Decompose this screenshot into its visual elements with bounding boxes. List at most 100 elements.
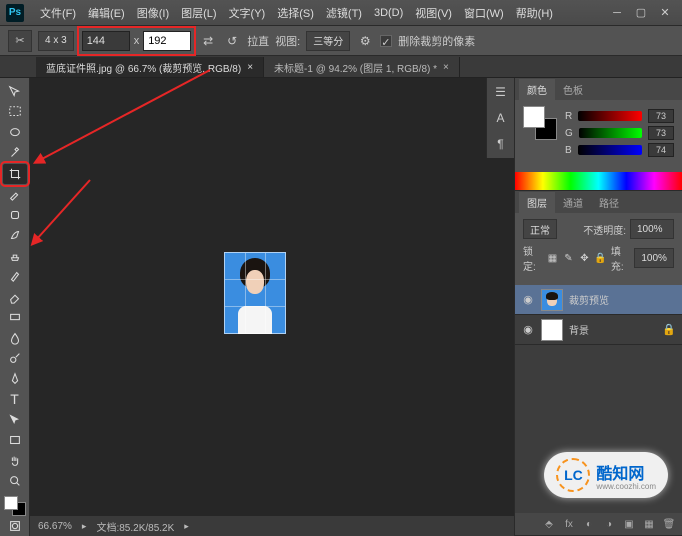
menu-layer[interactable]: 图层(L) <box>175 5 222 21</box>
magic-wand-tool[interactable] <box>3 144 27 164</box>
layer-mask-icon[interactable]: ◐ <box>582 517 596 531</box>
new-group-icon[interactable]: ▣ <box>622 517 636 531</box>
layer-thumbnail[interactable] <box>541 319 563 341</box>
tab-layers[interactable]: 图层 <box>519 192 555 213</box>
opacity-label: 不透明度: <box>583 222 626 237</box>
menu-3d[interactable]: 3D(D) <box>368 7 409 19</box>
dodge-tool[interactable] <box>3 349 27 369</box>
path-selection-tool[interactable] <box>3 410 27 430</box>
gradient-tool[interactable] <box>3 308 27 328</box>
history-panel-icon[interactable]: ☰ <box>491 82 511 102</box>
minimize-button[interactable]: ─ <box>606 5 628 21</box>
opacity-input[interactable]: 100% <box>630 219 674 239</box>
crop-view-dropdown[interactable]: 三等分 <box>306 31 350 51</box>
tab-channels[interactable]: 通道 <box>555 192 591 213</box>
shape-tool[interactable] <box>3 431 27 451</box>
paragraph-panel-icon[interactable]: ¶ <box>491 134 511 154</box>
tab-swatches[interactable]: 色板 <box>555 79 591 100</box>
tab-color[interactable]: 颜色 <box>519 79 555 100</box>
fill-input[interactable]: 100% <box>634 248 674 268</box>
menu-filter[interactable]: 滤镜(T) <box>320 5 368 21</box>
delete-cropped-checkbox[interactable]: ✓ <box>380 35 392 47</box>
blur-tool[interactable] <box>3 328 27 348</box>
lock-pixels-icon[interactable]: ✎ <box>562 251 574 265</box>
layer-row[interactable]: ◉ 背景 🔒 <box>515 315 682 345</box>
menu-edit[interactable]: 编辑(E) <box>82 5 131 21</box>
green-value[interactable]: 73 <box>648 126 674 140</box>
pen-tool[interactable] <box>3 369 27 389</box>
layer-thumbnail[interactable] <box>541 289 563 311</box>
move-tool[interactable] <box>3 82 27 102</box>
menu-select[interactable]: 选择(S) <box>271 5 320 21</box>
quick-mask-tool[interactable] <box>3 517 27 536</box>
eraser-tool[interactable] <box>3 287 27 307</box>
new-layer-icon[interactable]: ▦ <box>642 517 656 531</box>
straighten-label[interactable]: 拉直 <box>247 33 269 49</box>
dimension-x-label: x <box>134 35 140 47</box>
red-value[interactable]: 73 <box>648 109 674 123</box>
status-arrow-icon[interactable]: ▸ <box>82 521 87 532</box>
clear-icon[interactable]: ↺ <box>223 32 241 50</box>
lock-icon: 🔒 <box>662 323 676 336</box>
menu-help[interactable]: 帮助(H) <box>510 5 559 21</box>
tab-document-2[interactable]: 未标题-1 @ 94.2% (图层 1, RGB/8) *× <box>264 57 460 77</box>
type-tool[interactable]: T <box>3 390 27 410</box>
crop-preview[interactable] <box>224 252 286 334</box>
close-button[interactable]: ✕ <box>654 5 676 21</box>
blue-value[interactable]: 74 <box>648 143 674 157</box>
lock-all-icon[interactable]: 🔒 <box>594 251 606 265</box>
menu-file[interactable]: 文件(F) <box>34 5 82 21</box>
tool-preset-picker[interactable]: ✂ <box>8 30 32 52</box>
aspect-ratio-dropdown[interactable]: 4 x 3 <box>38 31 74 51</box>
menu-type[interactable]: 文字(Y) <box>223 5 272 21</box>
lock-position-icon[interactable]: ✥ <box>578 251 590 265</box>
color-swatch[interactable] <box>523 106 557 140</box>
brush-tool[interactable] <box>3 226 27 246</box>
maximize-button[interactable]: ▢ <box>630 5 652 21</box>
menu-window[interactable]: 窗口(W) <box>458 5 510 21</box>
swap-dimensions-icon[interactable]: ⇄ <box>199 32 217 50</box>
lasso-tool[interactable] <box>3 123 27 143</box>
status-arrow-icon[interactable]: ▸ <box>184 521 189 532</box>
foreground-background-colors[interactable] <box>4 496 26 516</box>
crop-height-input[interactable] <box>143 31 191 51</box>
crop-tool[interactable] <box>3 164 27 184</box>
hand-tool[interactable] <box>3 451 27 471</box>
lock-transparency-icon[interactable]: ▦ <box>546 251 558 265</box>
delete-layer-icon[interactable]: 🗑 <box>662 517 676 531</box>
canvas[interactable]: 66.67% ▸ 文档:85.2K/85.2K ▸ <box>30 78 514 536</box>
history-brush-tool[interactable] <box>3 267 27 287</box>
adjustment-layer-icon[interactable]: ◑ <box>602 517 616 531</box>
visibility-icon[interactable]: ◉ <box>521 293 535 306</box>
blend-mode-dropdown[interactable]: 正常 <box>523 219 557 239</box>
zoom-level[interactable]: 66.67% <box>38 521 72 532</box>
clone-stamp-tool[interactable] <box>3 246 27 266</box>
close-icon[interactable]: × <box>443 62 449 73</box>
close-icon[interactable]: × <box>247 62 253 73</box>
marquee-tool[interactable] <box>3 103 27 123</box>
collapsed-panel-icons: ☰ A ¶ <box>486 78 514 158</box>
tab-document-1[interactable]: 蓝底证件照.jpg @ 66.7% (裁剪预览, RGB/8)× <box>36 57 264 77</box>
tab-paths[interactable]: 路径 <box>591 192 627 213</box>
layer-name[interactable]: 背景 <box>569 322 589 337</box>
layer-name[interactable]: 裁剪预览 <box>569 292 609 307</box>
app-logo: Ps <box>6 4 24 22</box>
green-slider[interactable] <box>579 128 642 138</box>
settings-gear-icon[interactable]: ⚙ <box>356 32 374 50</box>
layer-row[interactable]: ◉ 裁剪预览 <box>515 285 682 315</box>
watermark-logo: LC <box>556 458 590 492</box>
character-panel-icon[interactable]: A <box>491 108 511 128</box>
blue-slider[interactable] <box>578 145 642 155</box>
healing-brush-tool[interactable] <box>3 205 27 225</box>
layers-footer: ⬘ fx ◐ ◑ ▣ ▦ 🗑 <box>515 513 682 535</box>
crop-width-input[interactable] <box>82 31 130 51</box>
color-spectrum[interactable] <box>515 172 682 190</box>
layer-style-icon[interactable]: fx <box>562 517 576 531</box>
eyedropper-tool[interactable] <box>3 185 27 205</box>
zoom-tool[interactable] <box>3 472 27 492</box>
menu-image[interactable]: 图像(I) <box>131 5 175 21</box>
red-slider[interactable] <box>578 111 642 121</box>
menu-view[interactable]: 视图(V) <box>409 5 458 21</box>
visibility-icon[interactable]: ◉ <box>521 323 535 336</box>
link-layers-icon[interactable]: ⬘ <box>542 517 556 531</box>
